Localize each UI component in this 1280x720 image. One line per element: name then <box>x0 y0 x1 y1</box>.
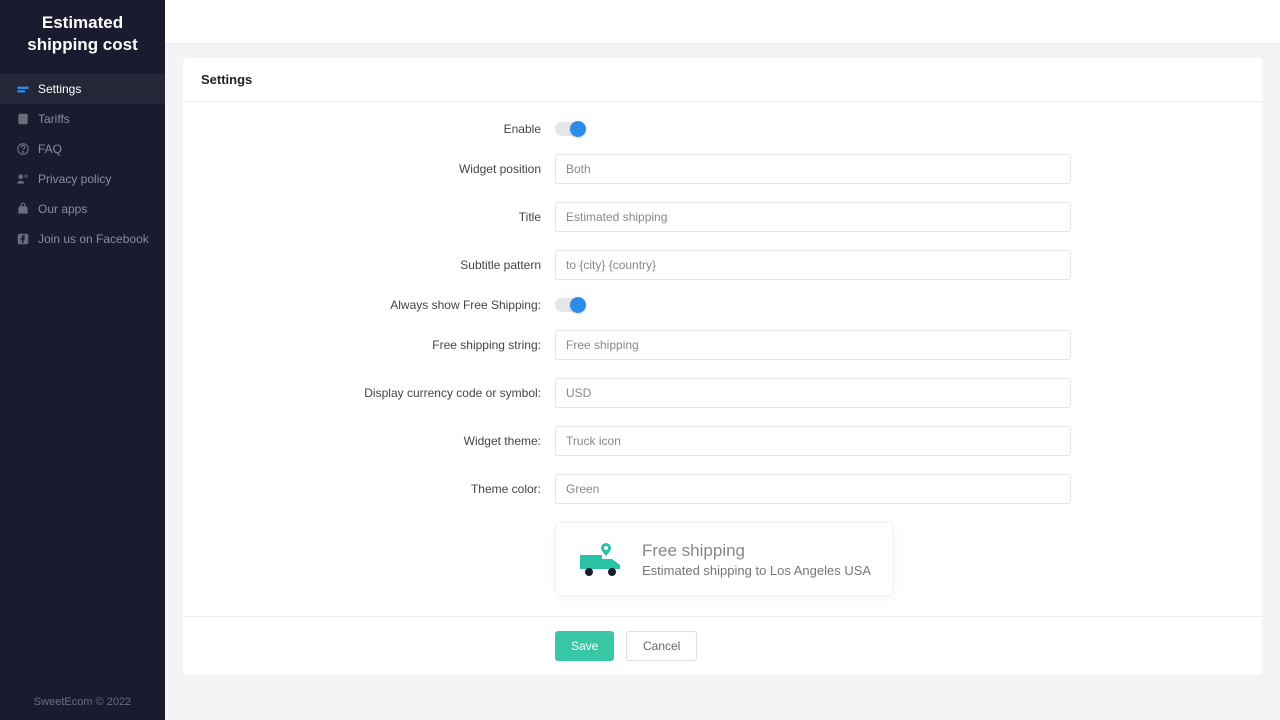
label-free-shipping-string: Free shipping string: <box>183 338 555 352</box>
preview-subtitle: Estimated shipping to Los Angeles USA <box>642 563 871 578</box>
sidebar-item-label: Our apps <box>38 202 87 216</box>
row-currency: Display currency code or symbol: <box>183 378 1262 408</box>
label-title: Title <box>183 210 555 224</box>
facebook-icon <box>16 232 38 246</box>
label-theme-color: Theme color: <box>183 482 555 496</box>
row-always-free: Always show Free Shipping: <box>183 298 1262 312</box>
sidebar-item-label: FAQ <box>38 142 62 156</box>
preview-card: Free shipping Estimated shipping to Los … <box>555 522 894 596</box>
sidebar-item-label: Privacy policy <box>38 172 111 186</box>
topbar <box>165 0 1280 44</box>
sidebar-item-settings[interactable]: Settings <box>0 74 165 104</box>
row-enable: Enable <box>183 122 1262 136</box>
row-subtitle-pattern: Subtitle pattern <box>183 250 1262 280</box>
app-title: Estimated shipping cost <box>10 12 155 56</box>
apps-icon <box>16 202 38 216</box>
sidebar: Estimated shipping cost Settings Tariffs <box>0 0 165 720</box>
sidebar-item-label: Tariffs <box>38 112 70 126</box>
input-free-shipping-string[interactable] <box>555 330 1071 360</box>
settings-icon <box>16 82 38 96</box>
page-title: Settings <box>201 72 1244 87</box>
content: Settings Enable Widget position <box>165 44 1280 693</box>
preview-text: Free shipping Estimated shipping to Los … <box>642 541 871 578</box>
sidebar-item-tariffs[interactable]: Tariffs <box>0 104 165 134</box>
sidebar-footer: SweetEcom © 2022 <box>0 688 165 720</box>
input-subtitle-pattern[interactable] <box>555 250 1071 280</box>
sidebar-item-faq[interactable]: FAQ <box>0 134 165 164</box>
sidebar-item-label: Settings <box>38 82 81 96</box>
select-widget-position[interactable] <box>555 154 1071 184</box>
sidebar-item-facebook[interactable]: Join us on Facebook <box>0 224 165 254</box>
sidebar-item-label: Join us on Facebook <box>38 232 149 246</box>
settings-panel: Settings Enable Widget position <box>183 58 1262 675</box>
row-theme-color: Theme color: <box>183 474 1262 504</box>
label-widget-position: Widget position <box>183 162 555 176</box>
tariffs-icon <box>16 112 38 126</box>
sidebar-item-privacy[interactable]: Privacy policy <box>0 164 165 194</box>
panel-footer: Save Cancel <box>183 616 1262 675</box>
cancel-button[interactable]: Cancel <box>626 631 697 661</box>
select-widget-theme[interactable] <box>555 426 1071 456</box>
save-button[interactable]: Save <box>555 631 614 661</box>
sidebar-item-apps[interactable]: Our apps <box>0 194 165 224</box>
sidebar-header: Estimated shipping cost <box>0 0 165 74</box>
panel-body: Enable Widget position Title <box>183 102 1262 616</box>
select-theme-color[interactable] <box>555 474 1071 504</box>
toggle-always-free[interactable] <box>555 298 585 312</box>
truck-icon <box>578 539 624 579</box>
input-title[interactable] <box>555 202 1071 232</box>
main: Settings Enable Widget position <box>165 0 1280 720</box>
preview-row: Free shipping Estimated shipping to Los … <box>183 522 1262 596</box>
row-free-shipping-string: Free shipping string: <box>183 330 1262 360</box>
preview-title: Free shipping <box>642 541 871 561</box>
label-subtitle-pattern: Subtitle pattern <box>183 258 555 272</box>
privacy-icon <box>16 172 38 186</box>
label-always-free: Always show Free Shipping: <box>183 298 555 312</box>
select-currency[interactable] <box>555 378 1071 408</box>
label-enable: Enable <box>183 122 555 136</box>
label-currency: Display currency code or symbol: <box>183 386 555 400</box>
sidebar-nav: Settings Tariffs FAQ Privacy policy <box>0 74 165 688</box>
row-widget-theme: Widget theme: <box>183 426 1262 456</box>
faq-icon <box>16 142 38 156</box>
toggle-enable[interactable] <box>555 122 585 136</box>
label-widget-theme: Widget theme: <box>183 434 555 448</box>
panel-header: Settings <box>183 58 1262 102</box>
row-widget-position: Widget position <box>183 154 1262 184</box>
row-title: Title <box>183 202 1262 232</box>
